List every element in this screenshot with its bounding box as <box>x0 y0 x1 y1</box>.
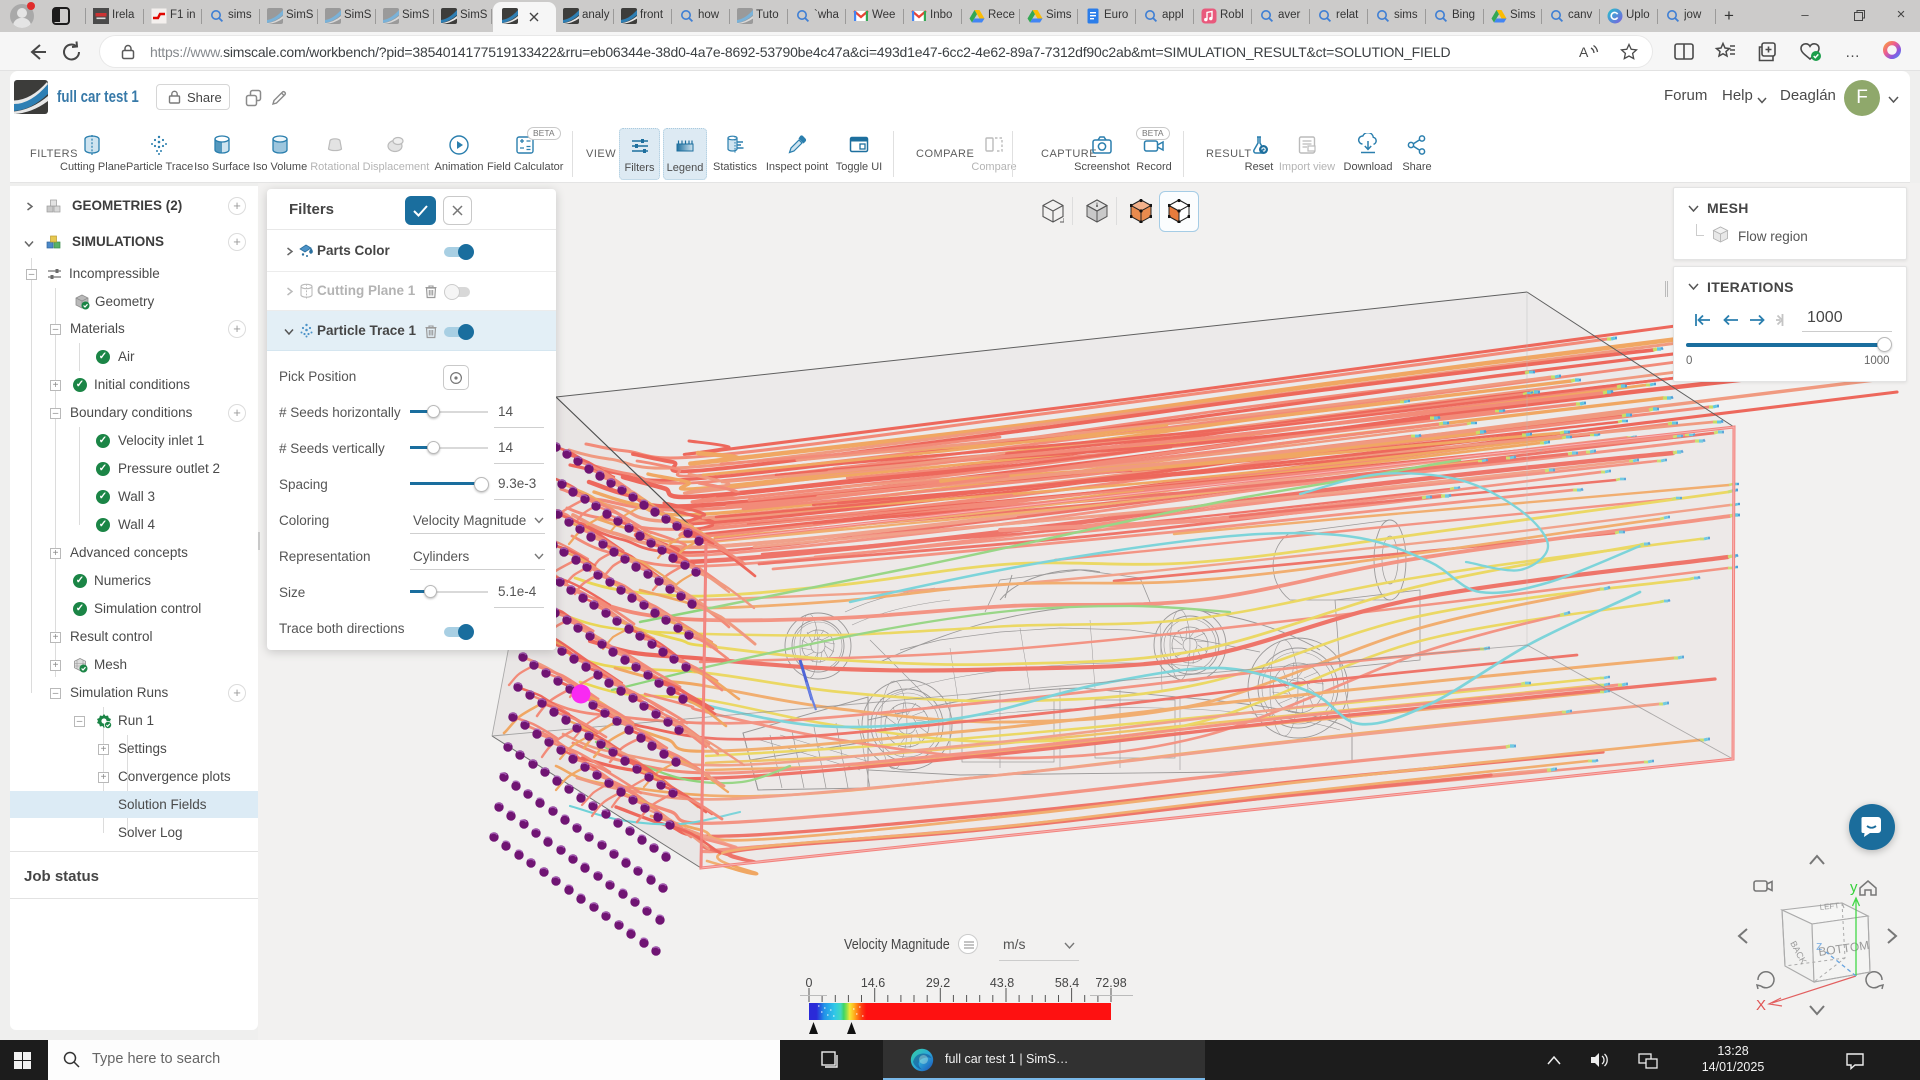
svg-text:X: X <box>1756 997 1766 1014</box>
svg-text:y: y <box>1850 879 1858 896</box>
svg-text:A: A <box>1579 44 1589 60</box>
svg-text:z: z <box>1816 938 1823 953</box>
